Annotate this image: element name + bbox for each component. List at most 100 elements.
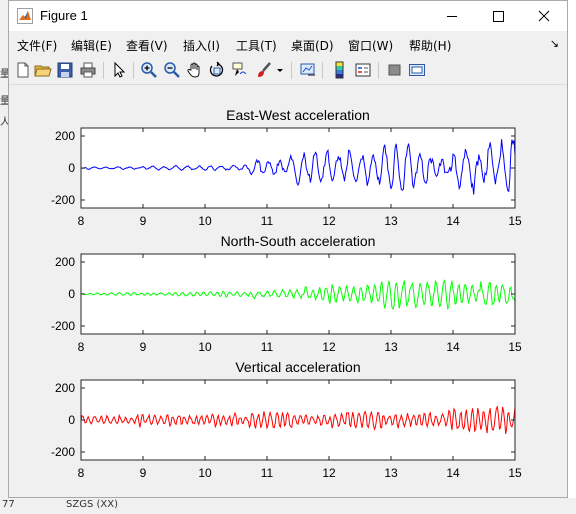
brush-dropdown-button[interactable] xyxy=(275,61,285,79)
new-figure-button[interactable] xyxy=(14,61,32,79)
x-tick-label: 10 xyxy=(198,340,212,354)
rotate-3d-button[interactable] xyxy=(208,61,226,79)
print-button[interactable] xyxy=(79,61,97,79)
y-tick-label: 200 xyxy=(55,255,75,269)
zoom-in-icon xyxy=(141,62,157,78)
show-plot-tools-icon xyxy=(409,64,425,76)
data-cursor-icon xyxy=(232,62,247,76)
figure-window: Figure 1 文件(F) 编辑(E) 查看(V) 插入(I) 工具(T) 桌… xyxy=(8,0,568,498)
insert-colorbar-button[interactable] xyxy=(331,61,349,79)
x-tick-label: 14 xyxy=(446,466,460,480)
subplot-1: East-West acceleration 8 9 10 11 12 13 14 15 200 0… xyxy=(51,107,522,228)
data-cursor-button[interactable] xyxy=(230,61,248,79)
x-tick-label: 15 xyxy=(508,466,522,480)
x-tick-label: 10 xyxy=(198,214,212,228)
toolbar-separator xyxy=(378,62,379,79)
background-bottom-strip: 77 SZGS (XX) xyxy=(0,498,576,514)
save-icon xyxy=(57,62,73,78)
zoom-in-button[interactable] xyxy=(140,61,158,79)
x-tick-label: 14 xyxy=(446,340,460,354)
new-figure-icon xyxy=(17,62,29,78)
x-tick-label: 9 xyxy=(140,340,147,354)
menu-view[interactable]: 查看(V) xyxy=(126,37,168,54)
colorbar-icon xyxy=(335,61,344,79)
subplot-title: North-South acceleration xyxy=(221,233,376,249)
menu-desktop[interactable]: 桌面(D) xyxy=(291,37,334,54)
y-tick-label: 200 xyxy=(55,129,75,143)
maximize-button[interactable] xyxy=(475,1,521,31)
figure-canvas: East-West acceleration 8 9 10 11 12 13 14 15 200 0… xyxy=(9,85,567,497)
title-bar[interactable]: Figure 1 xyxy=(9,1,567,31)
edit-plot-button[interactable] xyxy=(110,61,128,79)
brush-button[interactable] xyxy=(255,61,273,79)
print-icon xyxy=(80,62,96,78)
x-tick-label: 13 xyxy=(384,466,398,480)
x-tick-label: 8 xyxy=(78,214,85,228)
x-tick-label: 10 xyxy=(198,466,212,480)
menu-tools[interactable]: 工具(T) xyxy=(236,37,277,54)
minimize-icon xyxy=(447,16,457,17)
toolbar-separator xyxy=(291,62,292,79)
zoom-out-icon xyxy=(164,62,180,78)
minimize-button[interactable] xyxy=(429,1,475,31)
x-tick-label: 11 xyxy=(261,466,274,480)
close-icon xyxy=(538,10,550,22)
brush-dropdown-icon xyxy=(277,69,283,72)
menu-file[interactable]: 文件(F) xyxy=(17,37,57,54)
y-tick-label: 0 xyxy=(68,287,75,301)
open-file-button[interactable] xyxy=(34,61,52,79)
pan-button[interactable] xyxy=(186,61,204,79)
pan-icon xyxy=(187,62,200,78)
save-button[interactable] xyxy=(56,61,74,79)
subplot-title: East-West acceleration xyxy=(226,107,370,123)
menu-help[interactable]: 帮助(H) xyxy=(409,37,451,54)
x-tick-label: 8 xyxy=(78,466,85,480)
y-tick-label: -200 xyxy=(51,319,75,333)
hide-plot-tools-icon xyxy=(388,64,401,76)
x-tick-label: 12 xyxy=(322,214,336,228)
subplot-title: Vertical acceleration xyxy=(235,359,360,375)
toolbar-separator xyxy=(322,62,323,79)
dock-arrow-icon[interactable]: ↘ xyxy=(550,37,559,50)
subplot-3: Vertical acceleration 8 9 10 11 12 13 14 15 200 0 -… xyxy=(51,359,522,480)
y-tick-label: -200 xyxy=(51,193,75,207)
x-tick-label: 15 xyxy=(508,214,522,228)
x-tick-label: 13 xyxy=(384,214,398,228)
link-plot-icon xyxy=(300,63,315,76)
menu-window[interactable]: 窗口(W) xyxy=(348,37,393,54)
x-tick-label: 14 xyxy=(446,214,460,228)
hide-plot-tools-button[interactable] xyxy=(386,61,404,79)
x-tick-label: 11 xyxy=(261,214,274,228)
x-tick-label: 12 xyxy=(322,340,336,354)
menu-insert[interactable]: 插入(I) xyxy=(183,37,220,54)
open-file-icon xyxy=(34,65,52,77)
zoom-out-button[interactable] xyxy=(163,61,181,79)
x-tick-label: 11 xyxy=(261,340,274,354)
x-tick-label: 8 xyxy=(78,340,85,354)
edit-plot-icon xyxy=(114,61,126,78)
figure-toolbar xyxy=(9,58,567,85)
close-button[interactable] xyxy=(521,1,567,31)
rotate-3d-icon xyxy=(209,61,224,77)
show-plot-tools-button[interactable] xyxy=(408,61,426,79)
y-tick-label: 200 xyxy=(55,381,75,395)
toolbar-separator xyxy=(133,62,134,79)
legend-icon xyxy=(355,63,371,77)
y-tick-label: 0 xyxy=(68,161,75,175)
insert-legend-button[interactable] xyxy=(354,61,372,79)
x-tick-label: 12 xyxy=(322,466,336,480)
matlab-logo-icon xyxy=(17,8,33,24)
background-fragment: 77 xyxy=(2,499,15,510)
link-plot-button[interactable] xyxy=(299,61,317,79)
toolbar-separator xyxy=(103,62,104,79)
axes-background xyxy=(81,380,515,460)
x-tick-label: 13 xyxy=(384,340,398,354)
window-title: Figure 1 xyxy=(40,8,88,23)
menu-bar: 文件(F) 编辑(E) 查看(V) 插入(I) 工具(T) 桌面(D) 窗口(W… xyxy=(9,33,567,57)
x-tick-label: 9 xyxy=(140,466,147,480)
x-tick-label: 9 xyxy=(140,214,147,228)
y-tick-label: 0 xyxy=(68,413,75,427)
menu-edit[interactable]: 编辑(E) xyxy=(71,37,112,54)
brush-icon xyxy=(258,62,271,77)
subplot-2: North-South acceleration 8 9 10 11 12 13 14 15 20… xyxy=(51,233,522,354)
